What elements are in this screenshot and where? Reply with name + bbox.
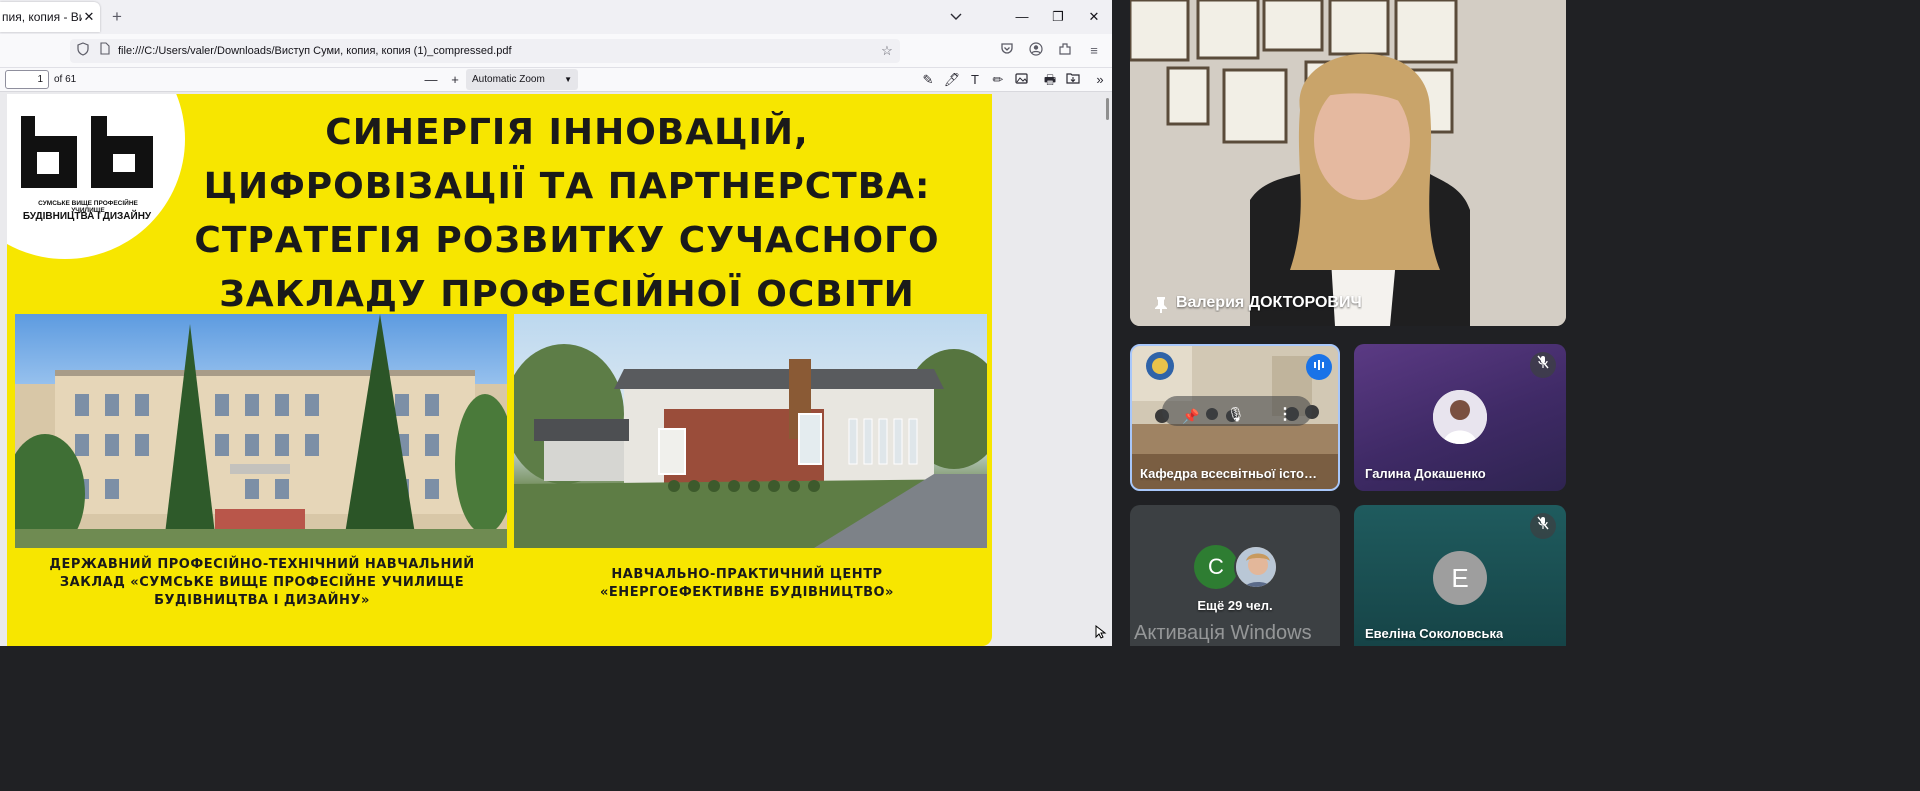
minimize-button[interactable]: — <box>1010 6 1034 28</box>
browser-window: пия, копия - Висту ✕ + — ❐ ✕ file:///C:/… <box>0 0 1112 646</box>
account-icon[interactable] <box>1027 42 1045 60</box>
mic-off-icon <box>1530 513 1556 539</box>
highlight-icon[interactable]: 🖊 <box>942 70 962 90</box>
participant-name: Галина Докашенко <box>1365 466 1486 481</box>
caption-line: ЗАКЛАД «СУМСЬКЕ ВИЩЕ ПРОФЕСІЙНЕ УЧИЛИЩЕ <box>59 575 465 590</box>
title-line: СТРАТЕГІЯ РОЗВИТКУ СУЧАСНОГО <box>194 220 940 261</box>
zoom-out-button[interactable]: — <box>421 70 441 90</box>
pin-icon[interactable]: 📌 <box>1182 408 1199 425</box>
avatar <box>1433 390 1487 444</box>
page-icon <box>96 42 114 60</box>
caption-left: ДЕРЖАВНИЙ ПРОФЕСІЙНО-ТЕХНІЧНИЙ НАВЧАЛЬНИ… <box>27 556 497 610</box>
more-options-icon[interactable]: ⋮ <box>1277 404 1293 424</box>
page-number-input[interactable]: 1 <box>5 70 49 89</box>
close-icon[interactable]: ✕ <box>82 9 96 25</box>
participant-name: Валерия ДОКТОРОВИЧ <box>1176 294 1362 311</box>
zoom-value: Automatic Zoom <box>472 74 545 85</box>
edit-text-icon[interactable]: ✎ <box>918 70 938 90</box>
image-icon[interactable] <box>1011 70 1031 90</box>
browser-tab[interactable]: пия, копия - Висту ✕ <box>0 2 100 32</box>
slide-title: СИНЕРГІЯ ІННОВАЦІЙ, ЦИФРОВІЗАЦІЇ ТА ПАРТ… <box>177 106 957 322</box>
chevron-down-icon <box>950 13 962 20</box>
mic-icon[interactable]: 🎙 <box>1227 406 1245 423</box>
avatar: Е <box>1433 551 1487 605</box>
address-bar[interactable]: file:///C:/Users/valer/Downloads/Виступ … <box>70 39 900 63</box>
page-count: of 61 <box>54 74 77 85</box>
meeting-panel: Валерия ДОКТОРОВИЧ 📌 🎙 ⋮ Кафедра всесвіт… <box>1112 0 1568 646</box>
caption-line: ДЕРЖАВНИЙ ПРОФЕСІЙНО-ТЕХНІЧНИЙ НАВЧАЛЬНИ… <box>49 557 475 572</box>
restore-button[interactable]: ❐ <box>1046 6 1070 28</box>
url-text: file:///C:/Users/valer/Downloads/Виступ … <box>118 45 512 57</box>
navigation-bar: file:///C:/Users/valer/Downloads/Виступ … <box>0 34 1112 68</box>
participant-name: Кафедра всесвітньої істо… <box>1140 466 1317 481</box>
tab-bar: пия, копия - Висту ✕ + — ❐ ✕ <box>0 0 1112 34</box>
participant-tile-main[interactable]: Валерия ДОКТОРОВИЧ <box>1130 0 1566 326</box>
caption-line: «ЕНЕРГОЕФЕКТИВНЕ БУДІВНИЦТВО» <box>600 585 894 600</box>
mic-off-icon <box>1530 352 1556 378</box>
pin-icon[interactable] <box>1154 296 1168 314</box>
zoom-select[interactable]: Automatic Zoom ▼ <box>466 69 578 90</box>
chevron-down-icon: ▼ <box>564 75 572 84</box>
participant-tile-evelina[interactable]: Е Евеліна Соколовська <box>1354 505 1566 646</box>
more-participants-count: Ещё 29 чел. <box>1197 598 1273 613</box>
speaking-indicator-icon <box>1306 354 1332 380</box>
shield-icon[interactable] <box>74 42 92 60</box>
menu-icon[interactable]: ≡ <box>1085 42 1103 60</box>
new-tab-button[interactable]: + <box>108 8 126 26</box>
participant-tile-galyna[interactable]: Галина Докашенко <box>1354 344 1566 491</box>
more-tools-icon[interactable]: » <box>1090 70 1110 90</box>
draw-icon[interactable]: ✏ <box>988 70 1008 90</box>
text-icon[interactable]: T <box>965 70 985 90</box>
bookmark-star-icon[interactable]: ☆ <box>878 42 896 60</box>
save-icon[interactable] <box>1063 70 1083 90</box>
extensions-icon[interactable] <box>1056 42 1074 60</box>
caption-line: БУДІВНИЦТВА І ДИЗАЙНУ» <box>154 593 370 608</box>
tab-list-button[interactable] <box>944 6 968 28</box>
pocket-icon[interactable] <box>998 42 1016 60</box>
zoom-in-button[interactable]: + <box>445 70 465 90</box>
pdf-toolbar: 1 of 61 — + Automatic Zoom ▼ ✎ 🖊 T ✏ 🖶 » <box>0 68 1112 92</box>
avatar: С <box>1194 545 1238 589</box>
window-close-button[interactable]: ✕ <box>1082 6 1106 28</box>
participant-name: Евеліна Соколовська <box>1365 626 1504 641</box>
avatar <box>1234 545 1278 589</box>
caption-line: НАВЧАЛЬНО-ПРАКТИЧНИЙ ЦЕНТР <box>611 567 883 582</box>
title-line: ЦИФРОВІЗАЦІЇ ТА ПАРТНЕРСТВА: <box>203 166 931 207</box>
training-center-photo <box>514 314 987 548</box>
school-building-photo <box>15 314 507 548</box>
windows-activation-watermark: Активація Windows <box>1134 622 1312 644</box>
logo-icon <box>21 116 153 188</box>
scrollbar-thumb[interactable] <box>1106 98 1109 120</box>
scrollbar[interactable] <box>1104 92 1112 646</box>
print-icon[interactable]: 🖶 <box>1040 70 1060 90</box>
participant-tile-kafedra[interactable]: 📌 🎙 ⋮ Кафедра всесвітньої істо… <box>1130 344 1340 491</box>
title-line: СИНЕРГІЯ ІННОВАЦІЙ, <box>325 112 809 153</box>
caption-right: НАВЧАЛЬНО-ПРАКТИЧНИЙ ЦЕНТР «ЕНЕРГОЕФЕКТИ… <box>547 566 947 602</box>
logo-caption: БУДІВНИЦТВА І ДИЗАЙНУ <box>22 211 152 222</box>
tab-title: пия, копия - Висту <box>2 10 82 24</box>
mouse-cursor-icon <box>1095 625 1107 639</box>
pdf-page: СУМСЬКЕ ВИЩЕ ПРОФЕСІЙНЕ УЧИЛИЩЕ БУДІВНИЦ… <box>7 94 992 646</box>
